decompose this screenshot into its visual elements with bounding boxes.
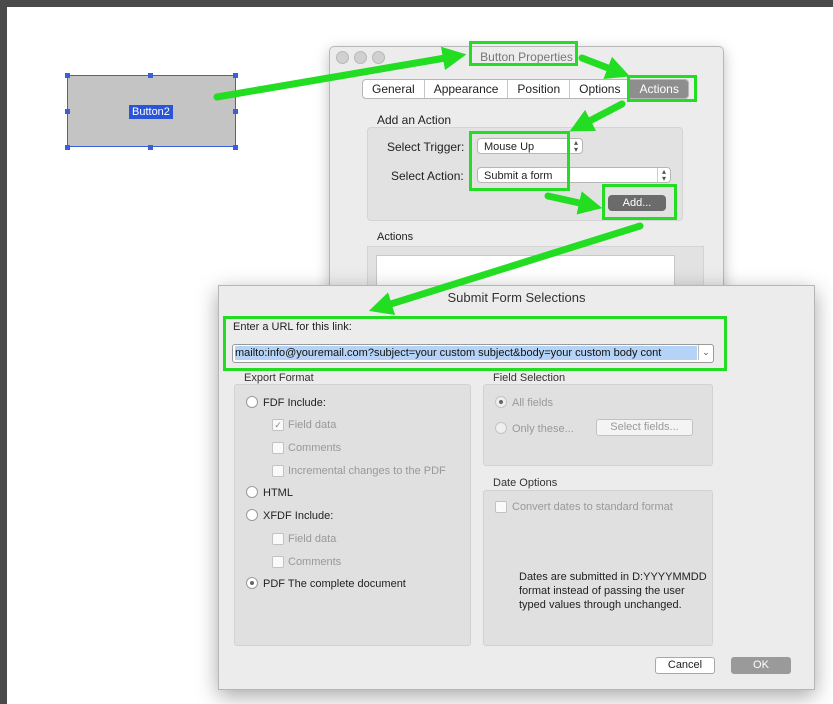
arrow-to-url bbox=[368, 222, 644, 316]
arrow-to-add bbox=[544, 191, 603, 215]
annotation-arrows bbox=[213, 46, 644, 316]
arrow-to-properties bbox=[213, 46, 467, 101]
arrow-to-actions-tab bbox=[578, 54, 630, 79]
arrow-to-trigger bbox=[569, 100, 626, 132]
